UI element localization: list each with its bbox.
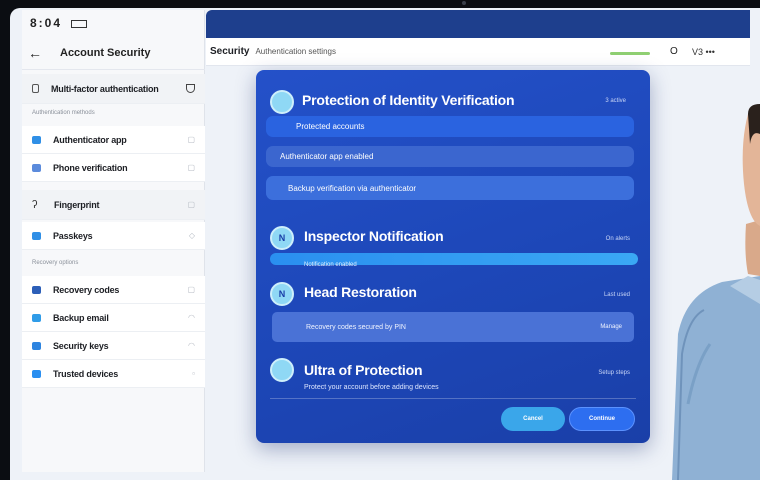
phone-icon	[32, 163, 41, 172]
key-icon	[32, 231, 41, 240]
status-time: 8:04	[30, 16, 63, 30]
section-meta: On alerts	[605, 236, 630, 242]
section-title: Inspector Notification	[304, 228, 444, 244]
breadcrumb-root[interactable]: Security	[210, 46, 249, 57]
status-bar: 8:04	[30, 16, 88, 30]
codes-icon	[32, 285, 41, 294]
sidebar-item-label: Phone verification	[53, 162, 128, 173]
camera-icon	[462, 1, 466, 5]
section-label: Authentication methods	[32, 110, 95, 116]
version-label: V3 •••	[692, 47, 715, 57]
person-photo	[672, 104, 760, 480]
breadcrumb-current: Authentication settings	[255, 47, 336, 56]
chevron-right-icon: ▢	[187, 163, 195, 172]
sidebar-item-label: Backup email	[53, 312, 109, 323]
recovery-codes-row[interactable]: Recovery codes secured by PIN Manage	[272, 312, 634, 342]
sidebar-item-mfa[interactable]: Multi-factor authentication	[22, 74, 205, 104]
field-label: Backup verification via authenticator	[288, 183, 417, 193]
sidebar-item-recovery-codes[interactable]: Recovery codes ▢	[22, 276, 205, 304]
bar-label: Notification enabled	[304, 262, 357, 268]
field-label: Protected accounts	[296, 122, 365, 131]
info-icon	[270, 90, 294, 114]
sidebar-item-authenticator[interactable]: Authenticator app ▢	[22, 126, 205, 154]
device-icon	[32, 84, 39, 93]
authenticator-field[interactable]: Authenticator app enabled	[266, 146, 634, 167]
chevron-right-icon: ◇	[188, 231, 195, 240]
status-indicator: O	[670, 46, 678, 57]
chevron-right-icon: ▢	[187, 200, 195, 209]
sidebar-item-label: Trusted devices	[53, 368, 119, 379]
icon-letter: N	[278, 289, 286, 299]
section-label: Recovery options	[32, 260, 79, 266]
notification-icon: N	[270, 226, 294, 250]
manage-link[interactable]: Manage	[600, 324, 622, 330]
app-icon	[32, 135, 41, 144]
cancel-button[interactable]: Cancel	[501, 407, 565, 431]
chevron-right-icon: ◠	[188, 341, 195, 350]
sidebar-item-security-keys[interactable]: Security keys ◠	[22, 332, 205, 360]
chevron-right-icon: ◠	[188, 313, 195, 322]
sidebar-item-label: Multi-factor authentication	[51, 83, 159, 94]
section-title: Protection of Identity Verification	[302, 92, 515, 108]
row-label: Recovery codes secured by PIN	[306, 323, 406, 331]
section-meta: Last used	[603, 292, 630, 298]
sidebar-item-label: Fingerprint	[54, 199, 100, 210]
section-meta: 3 active	[605, 98, 626, 104]
section-note: Protect your account before adding devic…	[304, 384, 439, 391]
section-meta: Setup steps	[598, 370, 630, 376]
back-arrow-icon[interactable]: ←	[22, 45, 48, 61]
sidebar-header: ← Account Security	[22, 36, 205, 70]
continue-button[interactable]: Continue	[569, 407, 635, 431]
sidebar-item-trusted-devices[interactable]: Trusted devices ▫	[22, 360, 205, 388]
sidebar-item-phone[interactable]: Phone verification ▢	[22, 154, 205, 182]
field-label: Authenticator app enabled	[280, 152, 374, 161]
restore-icon: N	[270, 282, 294, 306]
email-icon	[32, 313, 41, 322]
sidebar-item-label: Recovery codes	[53, 284, 120, 295]
shield-icon	[186, 84, 195, 93]
chevron-right-icon: ▫	[192, 369, 195, 378]
chevron-right-icon: ▢	[187, 135, 195, 144]
sidebar-item-passkeys[interactable]: Passkeys ◇	[22, 222, 205, 250]
sidebar-item-label: Passkeys	[53, 230, 93, 241]
breadcrumb: Security Authentication settings O V3 ••…	[206, 38, 750, 66]
sidebar-title: Account Security	[60, 46, 151, 59]
sidebar-item-fingerprint[interactable]: ʔ Fingerprint ▢	[22, 190, 205, 220]
protection-icon	[270, 358, 294, 382]
sidebar-item-backup-email[interactable]: Backup email ◠	[22, 304, 205, 332]
neck-shape	[745, 220, 760, 276]
sidebar: 8:04 ← Account Security Multi-factor aut…	[22, 10, 205, 472]
app-top-bar	[206, 10, 750, 38]
notification-bar[interactable]: Notification enabled	[270, 253, 638, 268]
sidebar-item-label: Security keys	[53, 340, 109, 351]
progress-indicator	[610, 52, 650, 55]
sidebar-item-label: Authenticator app	[53, 134, 127, 145]
protected-accounts-field[interactable]: Protected accounts	[266, 116, 634, 137]
section-title: Ultra of Protection	[304, 362, 423, 378]
backup-verification-field[interactable]: Backup verification via authenticator	[266, 176, 634, 200]
divider	[270, 398, 636, 399]
shirt-shape	[672, 276, 760, 480]
icon-letter: N	[278, 233, 286, 243]
section-title: Head Restoration	[304, 284, 417, 300]
devices-icon	[32, 369, 41, 378]
fingerprint-icon: ʔ	[32, 198, 38, 211]
security-key-icon	[32, 341, 41, 350]
security-card: Protection of Identity Verification 3 ac…	[256, 70, 650, 443]
battery-icon	[71, 19, 88, 28]
chevron-right-icon: ▢	[187, 285, 195, 294]
